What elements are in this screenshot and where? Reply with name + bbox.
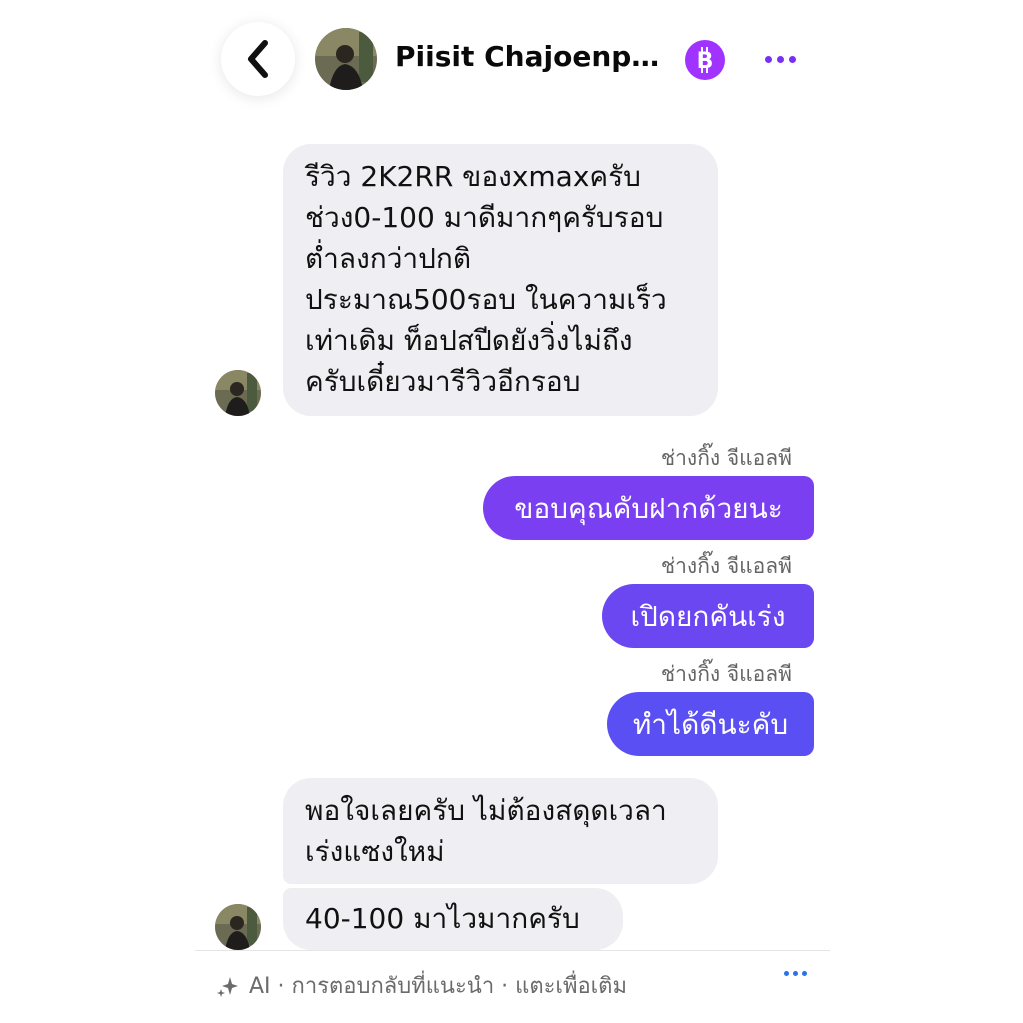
message-bubble-incoming[interactable]: รีวิว 2K2RR ของxmaxครับ ช่วง0-100 มาดีมา… [283,144,718,416]
svg-text:B: B [697,49,714,73]
message-bubble-incoming[interactable]: 40-100 มาไวมากครับ [283,888,623,950]
bitcoin-icon[interactable]: B [685,40,725,80]
message-bubble-outgoing[interactable]: ทำได้ดีนะคับ [607,692,814,756]
ai-suggestion-bar[interactable]: AI · การตอบกลับที่แนะนำ · แตะเพื่อเติม [217,968,627,1003]
more-horizontal-icon[interactable] [760,48,800,70]
message-bubble-incoming[interactable]: พอใจเลยครับ ไม่ต้องสดุดเวลา เร่งแซงใหม่ [283,778,718,884]
contact-avatar[interactable] [315,28,377,90]
truncated-suggestion-row [320,1016,800,1023]
sender-name: ช่างกิ๊ง จีแอลพี [660,554,792,578]
back-button[interactable] [221,22,295,96]
divider [195,950,830,951]
contact-avatar-small[interactable] [215,370,261,416]
more-horizontal-icon[interactable] [780,966,810,980]
contact-name[interactable]: Piisit Chajoenph... [395,40,665,73]
sparkle-icon [217,976,238,997]
sender-name: ช่างกิ๊ง จีแอลพี [660,446,792,470]
message-bubble-outgoing[interactable]: ขอบคุณคับฝากด้วยนะ [483,476,814,540]
chat-screen: Piisit Chajoenph... B รีวิว 2K2RR ของxma… [195,0,830,1023]
chevron-left-icon [248,40,268,78]
contact-avatar-small[interactable] [215,904,261,950]
message-bubble-outgoing[interactable]: เปิดยกคันเร่ง [602,584,814,648]
sender-name: ช่างกิ๊ง จีแอลพี [660,662,792,686]
ai-suggestion-text: AI · การตอบกลับที่แนะนำ · แตะเพื่อเติม [249,974,627,999]
